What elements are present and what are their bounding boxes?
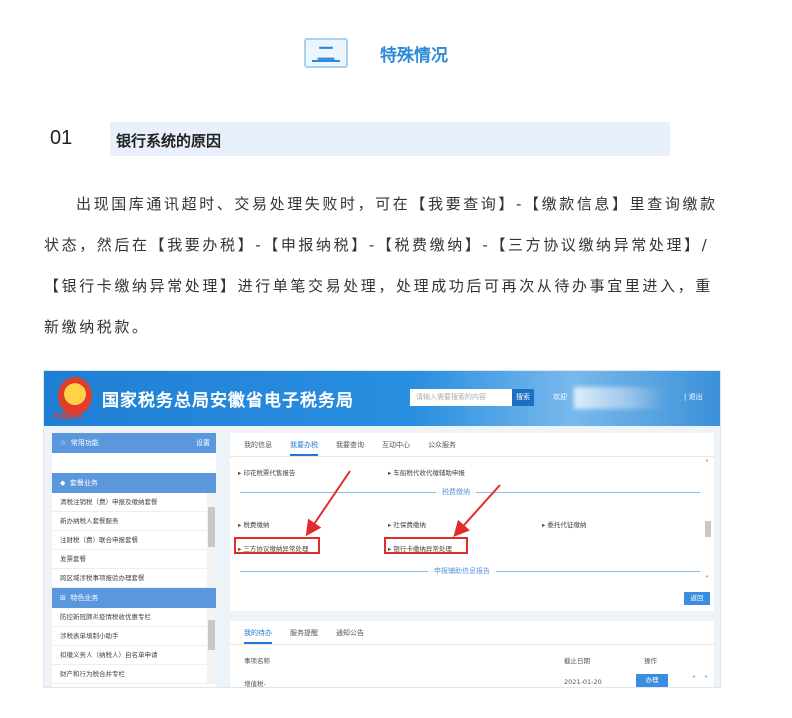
table-row-name: 增值税-	[244, 680, 266, 688]
tab-my-todo[interactable]: 我的待办	[244, 621, 272, 644]
tab-notice[interactable]: 通知公告	[336, 621, 364, 644]
list-item[interactable]: 清税注销税（费）申报及缴纳套餐	[52, 493, 216, 512]
tax-portal-screenshot: 中国税务 国家税务总局安徽省电子税务局 请输入需要搜索的内容 搜索 欢迎 | 退…	[43, 370, 721, 688]
chevron-up-icon[interactable]: ˄	[692, 675, 696, 684]
redacted-username	[574, 387, 664, 409]
main-panel: 我的信息 我要办税 我要查询 互动中心 公众服务 ▸ 印花税票代售报告 ▸ 车船…	[230, 433, 714, 611]
search-input[interactable]: 请输入需要搜索的内容	[410, 389, 512, 406]
emblem-caption: 中国税务	[54, 412, 82, 420]
todo-panel: 我的待办 服务提醒 通知公告 事项名称 截止日期 操作 增值税- 2021-01…	[230, 621, 714, 688]
package-scrollbar[interactable]	[207, 493, 216, 588]
portal-header: 中国税务 国家税务总局安徽省电子税务局 请输入需要搜索的内容 搜索 欢迎 | 退…	[44, 371, 720, 426]
col-header-action: 操作	[644, 657, 657, 665]
chevron-down-icon[interactable]: ˅	[704, 675, 708, 684]
settings-link[interactable]: 设置	[196, 433, 210, 453]
col-header-deadline: 截止日期	[564, 657, 590, 665]
list-item[interactable]: 防控新冠肺炎疫情税收优惠专栏	[52, 608, 216, 627]
feature-scrollbar[interactable]	[207, 608, 216, 684]
list-item[interactable]: 涉税表单填制小助手	[52, 627, 216, 646]
tax-emblem-icon	[58, 377, 92, 415]
table-row-deadline: 2021-01-20	[564, 678, 602, 686]
body-paragraph: 出现国库通讯超时、交易处理失败时，可在【我要查询】-【缴款信息】里查询缴款状态，…	[44, 195, 718, 336]
spacer	[52, 453, 216, 473]
package-header[interactable]: ◆ 套餐业务	[52, 473, 216, 493]
logout-link[interactable]: | 退出	[684, 392, 703, 402]
package-list: 清税注销税（费）申报及缴纳套餐 新办纳税人套餐服务 注财税（费）联合申报套餐 发…	[52, 493, 216, 588]
common-functions-header: ☆ 常用功能 设置	[52, 433, 216, 453]
arrow-to-tripartite	[305, 470, 351, 537]
subsection-number: 01	[50, 127, 73, 149]
left-panel: ☆ 常用功能 设置 ◆ 套餐业务 清税注销税（费）申报及缴纳套餐 新办纳税人套餐…	[52, 433, 216, 687]
portal-title: 国家税务总局安徽省电子税务局	[102, 391, 354, 411]
feature-header[interactable]: ⊞ 特色业务	[52, 588, 216, 608]
subsection-header: 01 银行系统的原因	[44, 122, 670, 156]
common-functions-label: 常用功能	[70, 439, 99, 447]
star-icon: ☆	[60, 439, 67, 447]
list-item[interactable]: 财产和行为税合并专栏	[52, 665, 216, 684]
section-header: 二 特殊情况	[304, 37, 448, 69]
package-label: 套餐业务	[69, 479, 98, 487]
grid-icon: ⊞	[60, 594, 66, 602]
section-title: 特殊情况	[380, 45, 448, 66]
package-icon: ◆	[60, 479, 66, 487]
list-item[interactable]: 注财税（费）联合申报套餐	[52, 531, 216, 550]
list-item[interactable]: 发票套餐	[52, 550, 216, 569]
col-header-name: 事项名称	[244, 657, 270, 665]
arrows-overlay	[305, 470, 501, 537]
list-item[interactable]: 扣缴义务人（纳税人）自名单申请	[52, 646, 216, 665]
search-button[interactable]: 搜索	[512, 389, 534, 406]
welcome-text: 欢迎	[553, 393, 567, 401]
feature-list: 防控新冠肺炎疫情税收优惠专栏 涉税表单填制小助手 扣缴义务人（纳税人）自名单申请…	[52, 608, 216, 684]
handle-button[interactable]: 办理	[636, 674, 668, 687]
todo-tabs: 我的待办 服务提醒 通知公告	[230, 621, 714, 645]
subsection-title: 银行系统的原因	[116, 132, 222, 150]
list-item[interactable]: 跨区域涉税事项报验办理套餐	[52, 569, 216, 588]
section-number: 二	[304, 38, 348, 68]
list-item[interactable]: 新办纳税人套餐服务	[52, 512, 216, 531]
feature-label: 特色业务	[70, 594, 99, 602]
arrow-to-bank-card	[453, 484, 501, 537]
tab-service-reminder[interactable]: 服务提醒	[290, 621, 318, 644]
